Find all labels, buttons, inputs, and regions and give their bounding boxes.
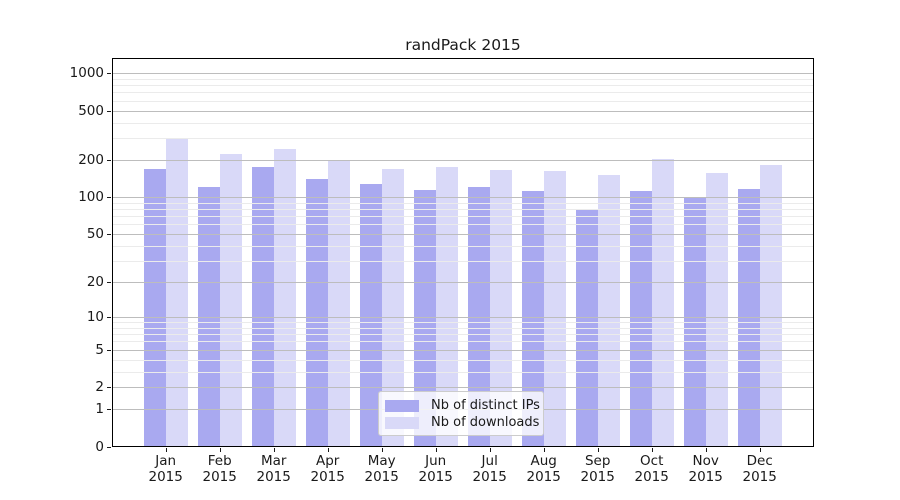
minor-gridline: [112, 203, 814, 204]
x-tick-mark: [328, 448, 329, 452]
y-tick-label: 200: [0, 152, 104, 168]
legend-swatch-downloads: [385, 417, 419, 429]
y-tick-label: 500: [0, 103, 104, 119]
minor-gridline: [112, 92, 814, 93]
major-gridline: [112, 197, 814, 198]
minor-gridline: [112, 101, 814, 102]
y-tick-label: 50: [0, 226, 104, 242]
legend: Nb of distinct IPs Nb of downloads: [378, 391, 544, 436]
y-tick-label: 5: [0, 342, 104, 358]
y-tick-mark: [107, 387, 111, 388]
major-gridline: [112, 160, 814, 161]
chart-title: randPack 2015: [112, 36, 814, 54]
minor-gridline: [112, 123, 814, 124]
major-gridline: [112, 73, 814, 74]
major-gridline: [112, 387, 814, 388]
minor-gridline: [112, 261, 814, 262]
legend-label-distinct-ips: Nb of distinct IPs: [431, 398, 540, 413]
x-tick-mark: [652, 448, 653, 452]
y-tick-mark: [107, 73, 111, 74]
x-tick-month: Dec: [728, 453, 792, 469]
minor-gridline: [112, 246, 814, 247]
minor-gridline: [112, 322, 814, 323]
x-tick-mark: [166, 448, 167, 452]
x-tick-mark: [760, 448, 761, 452]
x-tick-mark: [220, 448, 221, 452]
y-tick-mark: [107, 282, 111, 283]
major-gridline: [112, 317, 814, 318]
minor-gridline: [112, 216, 814, 217]
minor-gridline: [112, 334, 814, 335]
chart-figure: randPack 2015 Nb of distinct IPs Nb of d…: [0, 0, 900, 500]
minor-gridline: [112, 79, 814, 80]
minor-gridline: [112, 360, 814, 361]
y-tick-label: 10: [0, 309, 104, 325]
x-tick-mark: [274, 448, 275, 452]
minor-gridline: [112, 85, 814, 86]
plot-area: Nb of distinct IPs Nb of downloads: [112, 58, 814, 447]
major-gridline: [112, 234, 814, 235]
gridlines-layer: [112, 58, 814, 447]
x-tick-mark: [598, 448, 599, 452]
major-gridline: [112, 350, 814, 351]
minor-gridline: [112, 138, 814, 139]
y-tick-mark: [107, 350, 111, 351]
minor-gridline: [112, 209, 814, 210]
legend-item-downloads: Nb of downloads: [385, 415, 535, 430]
minor-gridline: [112, 372, 814, 373]
x-tick-mark: [436, 448, 437, 452]
y-tick-label: 100: [0, 189, 104, 205]
minor-gridline: [112, 328, 814, 329]
y-tick-label: 0: [0, 439, 104, 455]
legend-swatch-distinct-ips: [385, 400, 419, 412]
y-tick-mark: [107, 317, 111, 318]
x-tick-label-dec: Dec2015: [728, 453, 792, 485]
y-tick-label: 1000: [0, 65, 104, 81]
y-tick-mark: [107, 409, 111, 410]
y-tick-mark: [107, 197, 111, 198]
y-tick-label: 2: [0, 379, 104, 395]
y-tick-mark: [107, 160, 111, 161]
x-tick-year: 2015: [728, 469, 792, 485]
legend-label-downloads: Nb of downloads: [431, 415, 539, 430]
x-tick-mark: [544, 448, 545, 452]
legend-item-distinct-ips: Nb of distinct IPs: [385, 398, 535, 413]
y-tick-label: 1: [0, 401, 104, 417]
x-tick-mark: [706, 448, 707, 452]
x-tick-mark: [490, 448, 491, 452]
major-gridline: [112, 282, 814, 283]
y-tick-mark: [107, 234, 111, 235]
y-tick-mark: [107, 111, 111, 112]
minor-gridline: [112, 224, 814, 225]
minor-gridline: [112, 341, 814, 342]
major-gridline: [112, 111, 814, 112]
x-tick-mark: [382, 448, 383, 452]
y-tick-mark: [107, 447, 111, 448]
y-tick-label: 20: [0, 274, 104, 290]
